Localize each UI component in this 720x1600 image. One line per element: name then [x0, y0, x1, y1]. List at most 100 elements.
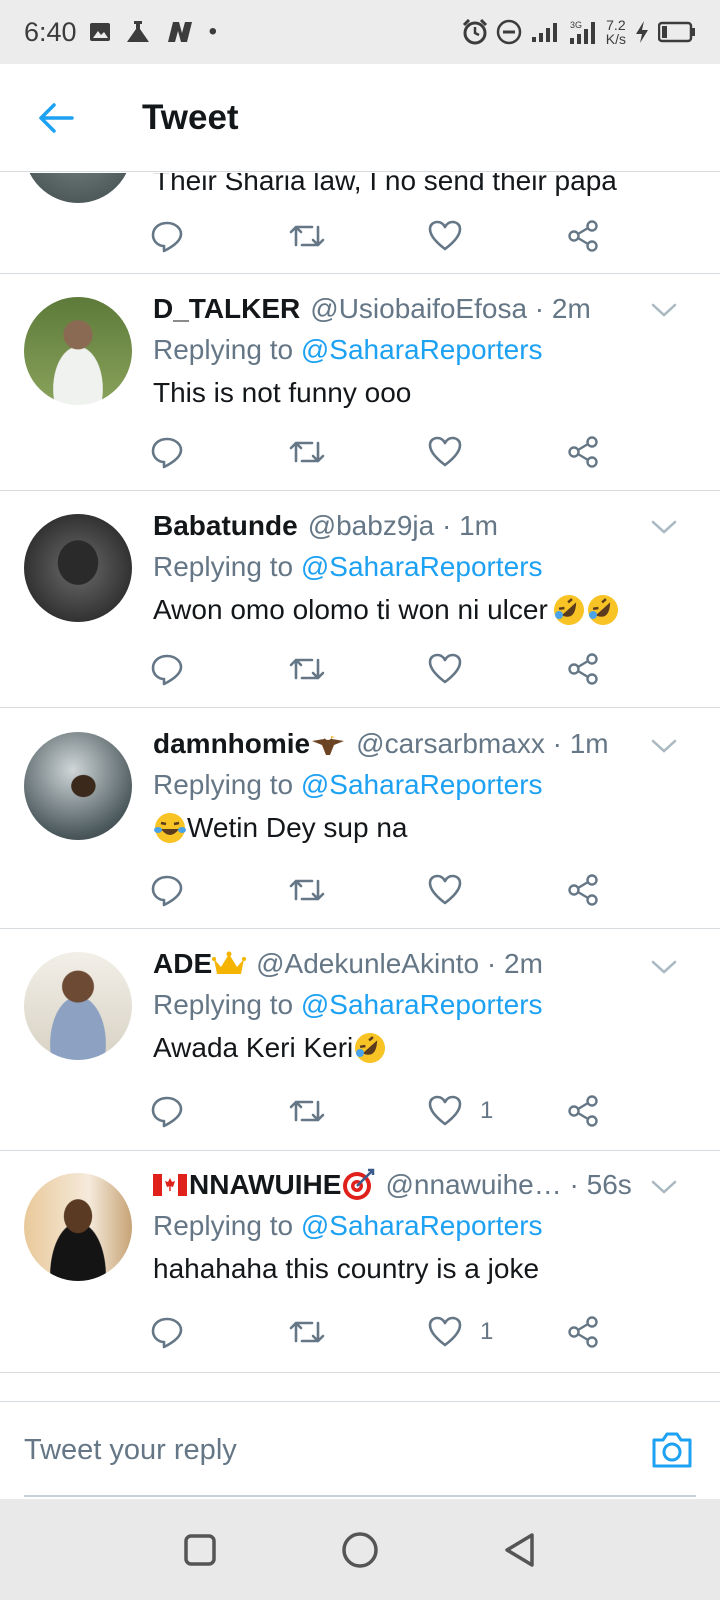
tweet-actions: [150, 214, 620, 258]
display-name[interactable]: Babatunde: [153, 506, 298, 546]
tweet-actions: 1: [150, 1310, 620, 1354]
display-name[interactable]: D_TALKER: [153, 289, 300, 329]
reply-handle-link[interactable]: @SaharaReporters: [301, 769, 543, 800]
canada-flag-icon: [153, 1174, 187, 1196]
avatar[interactable]: [24, 173, 132, 203]
reply-button[interactable]: [150, 214, 184, 258]
share-button[interactable]: [566, 868, 600, 912]
display-name[interactable]: NNAWUIHE: [189, 1165, 341, 1205]
camera-icon[interactable]: [650, 1430, 694, 1470]
like-button[interactable]: [428, 868, 480, 912]
heart-icon: [428, 1095, 462, 1126]
reply-button[interactable]: [150, 647, 184, 691]
tweet-text-row: Awada Keri Keri: [153, 1026, 696, 1070]
tweet-text: Awon omo olomo ti won ni ulcer: [153, 594, 548, 625]
reply-button[interactable]: [150, 1310, 184, 1354]
back-button[interactable]: [26, 88, 86, 148]
heart-icon: [428, 436, 462, 467]
alarm-icon: [462, 19, 487, 45]
net-speed: 7.2 K/s: [606, 18, 626, 46]
triangle-back-icon: [505, 1532, 534, 1567]
tweet[interactable]: D_TALKER @UsiobaifoEfosa · 2m Replying t…: [0, 274, 720, 491]
recents-button[interactable]: [170, 1520, 230, 1580]
dnd-icon: [496, 19, 522, 45]
reply-timeline[interactable]: Their Sharia law, I no send their papa D…: [0, 173, 720, 1401]
like-button[interactable]: 1: [428, 1310, 493, 1354]
like-button[interactable]: 1: [428, 1089, 493, 1133]
avatar[interactable]: [24, 732, 132, 840]
retweet-button[interactable]: [288, 1089, 326, 1133]
tweet-reply-input[interactable]: [24, 1428, 584, 1472]
like-count: 1: [480, 1318, 494, 1345]
display-name[interactable]: damnhomie: [153, 724, 310, 764]
reply-handle-link[interactable]: @SaharaReporters: [301, 1210, 543, 1241]
replying-to: Replying to @SaharaReporters: [153, 546, 696, 588]
chevron-down-icon[interactable]: [650, 296, 678, 324]
avatar[interactable]: [24, 1173, 132, 1281]
share-button[interactable]: [566, 430, 600, 474]
share-button[interactable]: [566, 214, 600, 258]
retweet-button[interactable]: [288, 430, 326, 474]
reply-handle-link[interactable]: @SaharaReporters: [301, 989, 543, 1020]
square-icon: [184, 1533, 216, 1566]
avatar[interactable]: [24, 952, 132, 1060]
tweet[interactable]: Babatunde @babz9ja · 1m Replying to @Sah…: [0, 491, 720, 708]
retweet-button[interactable]: [288, 1310, 326, 1354]
retweet-button[interactable]: [288, 868, 326, 912]
tweet-text: This is not funny ooo: [153, 377, 412, 408]
chevron-down-icon[interactable]: [650, 953, 678, 981]
reply-handle-link[interactable]: @SaharaReporters: [301, 334, 543, 365]
svg-text:3G: 3G: [570, 20, 582, 30]
back-nav-button[interactable]: [490, 1520, 550, 1580]
flask-icon: [126, 21, 149, 42]
tweet[interactable]: damnhomie @carsarbmaxx · 1m Replying to …: [0, 708, 720, 929]
share-button[interactable]: [566, 1089, 600, 1133]
home-button[interactable]: [330, 1520, 390, 1580]
share-button[interactable]: [566, 1310, 600, 1354]
avatar[interactable]: [24, 297, 132, 405]
retweet-button[interactable]: [288, 214, 326, 258]
replying-to-label: Replying to: [153, 334, 294, 365]
like-button[interactable]: [428, 430, 480, 474]
chevron-down-icon[interactable]: [650, 513, 678, 541]
heart-icon: [428, 1316, 462, 1347]
reply-icon: [151, 875, 183, 907]
share-icon: [568, 1316, 598, 1348]
share-icon: [568, 653, 598, 685]
handle-time: @UsiobaifoEfosa · 2m: [310, 293, 591, 324]
retweet-icon: [289, 441, 325, 463]
display-name[interactable]: ADE: [153, 944, 212, 984]
tears-of-joy-emoji-icon: [154, 813, 186, 843]
retweet-icon: [289, 1321, 325, 1343]
reply-button[interactable]: [150, 868, 184, 912]
tweet-partial[interactable]: Their Sharia law, I no send their papa: [0, 173, 720, 274]
tweet-text-row: Wetin Dey sup na: [153, 806, 696, 850]
retweet-button[interactable]: [288, 647, 326, 691]
chevron-down-icon[interactable]: [650, 1173, 678, 1201]
handle-time: @carsarbmaxx · 1m: [356, 728, 609, 759]
chevron-down-icon[interactable]: [650, 732, 678, 760]
signal-3g-icon: 3G: [569, 20, 595, 44]
status-right-icons: 3G 7.2 K/s: [462, 18, 696, 46]
tweet[interactable]: ADE @AdekunleAkinto · 2m Replying to @Sa…: [0, 929, 720, 1151]
reply-button[interactable]: [150, 1089, 184, 1133]
share-icon: [568, 436, 598, 468]
avatar[interactable]: [24, 514, 132, 622]
tweet-actions: [150, 868, 620, 912]
reply-button[interactable]: [150, 430, 184, 474]
tweet[interactable]: NNAWUIHE @nnawuihe… · 56s Replying to @S…: [0, 1151, 720, 1373]
replying-to-label: Replying to: [153, 769, 294, 800]
like-button[interactable]: [428, 214, 462, 258]
heart-icon: [428, 653, 462, 684]
replying-to: Replying to @SaharaReporters: [153, 1205, 696, 1247]
tweet-text: Awada Keri Keri: [153, 1032, 354, 1063]
share-icon: [568, 1095, 598, 1127]
reply-handle-link[interactable]: @SaharaReporters: [301, 551, 543, 582]
like-button[interactable]: [428, 647, 480, 691]
handle-time: @AdekunleAkinto · 2m: [256, 948, 543, 979]
tweet-actions: [150, 430, 620, 474]
battery-icon: [658, 21, 695, 43]
retweet-icon: [289, 1100, 325, 1122]
arrow-left-icon: [39, 102, 74, 133]
share-button[interactable]: [566, 647, 600, 691]
